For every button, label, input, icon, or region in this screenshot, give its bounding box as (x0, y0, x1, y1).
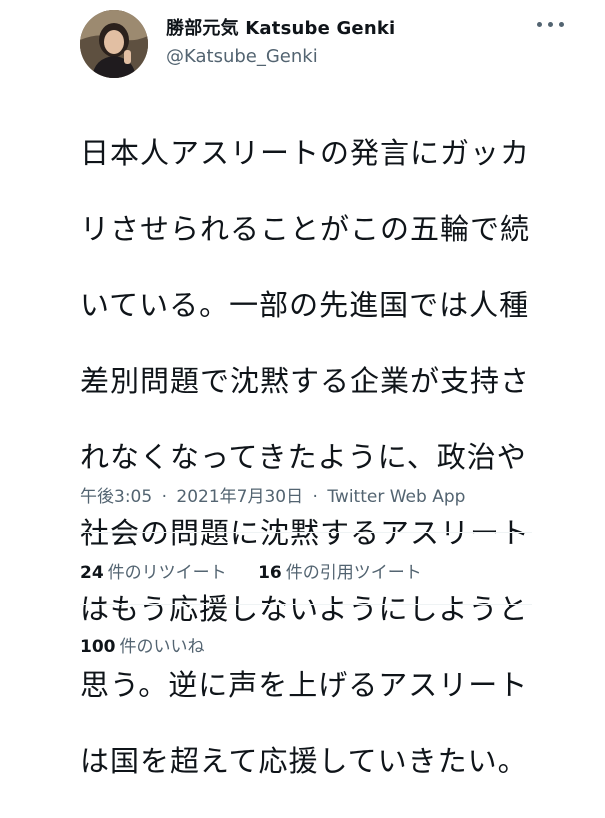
retweets-label: 件のリツイート (107, 563, 227, 583)
tweet-text-line: 差別問題で沈黙する企業が支持さ (80, 364, 531, 398)
likes-count: 100 (80, 637, 116, 657)
tweet-text-line: 思う。逆に声を上げるアスリート (80, 668, 529, 702)
tweet: 勝部元気 Katsube Genki @Katsube_Genki 日本人アスリ… (0, 0, 605, 778)
more-options-button[interactable] (534, 12, 568, 36)
tweet-text-line: はもう応援しないようにしようと (80, 592, 529, 626)
quotes-count: 16 (258, 563, 282, 583)
tweet-text-line: 日本人アスリートの発言にガッカ (80, 136, 531, 170)
profile-photo-icon (80, 10, 148, 78)
quotes-label: 件の引用ツイート (285, 563, 422, 583)
tweet-text-line: は国を超えて応援していきたい。 (80, 744, 528, 778)
separator: · (312, 487, 318, 507)
tweet-text-line: 社会の問題に沈黙するアスリート (80, 516, 531, 550)
likes-label: 件のいいね (119, 637, 205, 657)
tweet-text: 日本人アスリートの発言にガッカ リさせられることがこの五輪で続 いている。一部の… (80, 96, 550, 818)
likes-stat[interactable]: 100 件のいいね (80, 632, 205, 657)
more-horizontal-icon (537, 22, 542, 27)
tweet-text-line: いている。一部の先進国では人種 (80, 288, 530, 322)
tweet-source[interactable]: Twitter Web App (327, 487, 465, 507)
divider (80, 532, 532, 533)
avatar[interactable] (80, 10, 148, 78)
display-name[interactable]: 勝部元気 Katsube Genki (166, 14, 395, 40)
tweet-meta: 午後3:05 · 2021年7月30日 · Twitter Web App (80, 482, 465, 507)
retweets-stat[interactable]: 24 件のリツイート (80, 558, 227, 583)
stats-row-retweets: 24 件のリツイート 16 件の引用ツイート (80, 558, 448, 583)
quote-tweets-stat[interactable]: 16 件の引用ツイート (258, 558, 422, 583)
separator: · (161, 487, 167, 507)
user-handle[interactable]: @Katsube_Genki (166, 46, 318, 67)
retweets-count: 24 (80, 563, 104, 583)
divider (80, 604, 532, 605)
tweet-time[interactable]: 午後3:05 (80, 487, 152, 507)
tweet-date[interactable]: 2021年7月30日 (176, 487, 303, 507)
tweet-text-line: れなくなってきたように、政治や (80, 440, 527, 474)
stats-row-likes: 100 件のいいね (80, 632, 231, 657)
tweet-text-line: リさせられることがこの五輪で続 (80, 212, 531, 246)
